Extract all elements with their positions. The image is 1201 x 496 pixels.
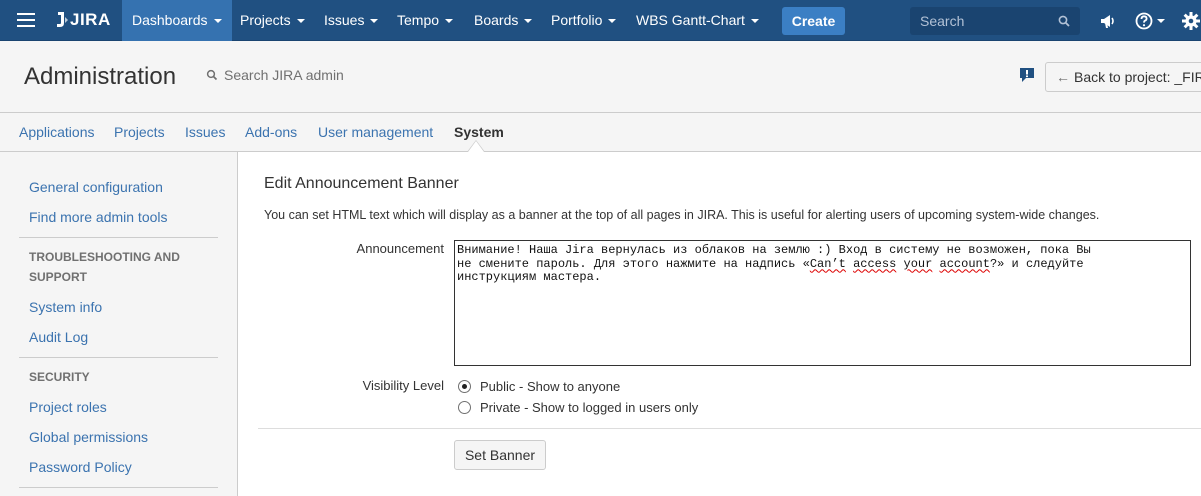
nav-portfolio-label: Portfolio (551, 12, 603, 28)
chevron-down-icon (213, 19, 222, 24)
active-tab-indicator (467, 140, 485, 152)
top-navigation-bar: JIRA Dashboards Projects Issues Tempo Bo… (0, 0, 1201, 41)
nav-projects[interactable]: Projects (240, 0, 305, 41)
nav-projects-label: Projects (240, 12, 291, 28)
tab-system[interactable]: System (454, 124, 504, 140)
nav-issues[interactable]: Issues (324, 0, 379, 41)
back-to-project-button[interactable]: ← Back to project: _FIR (1045, 62, 1201, 92)
visibility-public-label: Public - Show to anyone (480, 379, 621, 394)
arrow-left-icon: ← (1056, 69, 1070, 85)
sidebar-item-global-permissions[interactable]: Global permissions (29, 429, 148, 445)
sidebar-item-general-configuration[interactable]: General configuration (29, 179, 163, 195)
visibility-public-option[interactable]: Public - Show to anyone (458, 379, 620, 394)
admin-tabs: Applications Projects Issues Add-ons Use… (0, 113, 1201, 152)
visibility-private-label: Private - Show to logged in users only (480, 400, 699, 415)
admin-search-label: Search JIRA admin (224, 67, 344, 83)
announcement-text: your (903, 256, 933, 271)
tab-issues[interactable]: Issues (185, 124, 225, 140)
sidebar-item-system-info[interactable]: System info (29, 299, 102, 315)
announcement-text: access (853, 256, 897, 271)
section-description: You can set HTML text which will display… (264, 208, 1100, 222)
visibility-private-option[interactable]: Private - Show to logged in users only (458, 400, 698, 415)
jira-logo-icon (57, 12, 68, 27)
menu-icon[interactable] (17, 13, 35, 27)
chevron-down-icon (370, 19, 379, 24)
nav-dashboards-label: Dashboards (132, 12, 208, 28)
admin-search[interactable]: Search JIRA admin (206, 67, 344, 83)
chevron-down-icon (524, 19, 533, 24)
tab-add-ons[interactable]: Add-ons (245, 124, 297, 140)
search-icon[interactable] (1058, 15, 1070, 27)
tab-applications[interactable]: Applications (19, 124, 95, 140)
quick-search (910, 7, 1080, 35)
admin-header: Administration Search JIRA admin ← Back t… (0, 41, 1201, 113)
gear-icon[interactable] (1181, 11, 1201, 31)
announcement-textarea[interactable]: Внимание! Наша Jira вернулась из облаков… (454, 240, 1191, 366)
chevron-down-icon (750, 19, 759, 24)
nav-tempo[interactable]: Tempo (397, 0, 454, 41)
visibility-level-label: Visibility Level (362, 378, 444, 393)
tab-user-management[interactable]: User management (318, 124, 433, 140)
form-divider (258, 428, 1201, 429)
nav-wbs-gantt-chart[interactable]: WBS Gantt-Chart (636, 0, 759, 41)
set-banner-button[interactable]: Set Banner (454, 440, 546, 470)
nav-tempo-label: Tempo (397, 12, 440, 28)
chevron-down-icon (445, 19, 454, 24)
tab-projects[interactable]: Projects (114, 124, 165, 140)
help-icon[interactable] (1135, 11, 1155, 31)
feedback-icon[interactable] (1019, 67, 1035, 83)
announcement-text (932, 257, 939, 271)
sidebar-heading-troubleshooting: TROUBLESHOOTING AND SUPPORT (29, 250, 180, 284)
create-button[interactable]: Create (782, 7, 845, 35)
sidebar-item-audit-log[interactable]: Audit Log (29, 329, 88, 345)
sidebar-item-project-roles[interactable]: Project roles (29, 399, 107, 415)
sidebar-divider (19, 487, 218, 488)
nav-dashboards[interactable]: Dashboards (122, 0, 232, 41)
chevron-down-icon (1157, 19, 1165, 23)
nav-issues-label: Issues (324, 12, 365, 28)
radio-button[interactable] (458, 401, 471, 414)
back-to-project-label: Back to project: _FIR (1074, 69, 1201, 85)
announcement-text: account (939, 256, 990, 271)
page-title: Administration (24, 63, 177, 90)
nav-boards-label: Boards (474, 12, 519, 28)
announcement-text (846, 257, 853, 271)
jira-logo[interactable]: JIRA (55, 9, 111, 31)
sidebar-heading-security: SECURITY (29, 370, 90, 384)
announcement-text (896, 257, 903, 271)
nav-wbs-gantt-chart-label: WBS Gantt-Chart (636, 12, 745, 28)
radio-button-selected[interactable] (458, 380, 471, 393)
chevron-down-icon (296, 19, 305, 24)
sidebar-item-find-more-admin-tools[interactable]: Find more admin tools (29, 209, 168, 225)
announcement-text: Can’t (809, 256, 846, 271)
sidebar: General configuration Find more admin to… (0, 152, 238, 496)
search-icon (206, 69, 218, 81)
sidebar-divider (19, 357, 218, 358)
search-input[interactable] (910, 7, 1050, 35)
megaphone-icon[interactable] (1098, 11, 1118, 31)
chevron-down-icon (608, 19, 617, 24)
nav-boards[interactable]: Boards (474, 0, 533, 41)
brand-name: JIRA (70, 10, 111, 29)
sidebar-item-password-policy[interactable]: Password Policy (29, 459, 132, 475)
sidebar-divider (19, 237, 218, 238)
section-title: Edit Announcement Banner (264, 175, 459, 192)
announcement-label: Announcement (356, 241, 444, 256)
nav-portfolio[interactable]: Portfolio (551, 0, 617, 41)
